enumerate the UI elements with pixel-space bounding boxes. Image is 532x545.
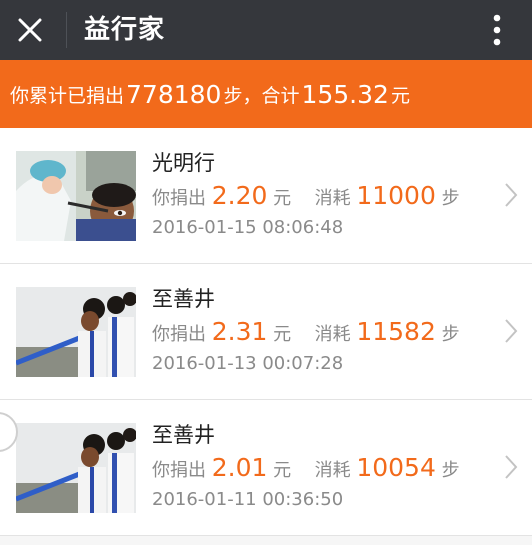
- children-drinking-water-photo: [16, 287, 136, 377]
- page-title: 益行家: [84, 15, 166, 45]
- summary-steps-unit: 步，合计: [223, 84, 300, 107]
- donation-amount: 2.31: [211, 317, 268, 346]
- donation-stats: 你捐出 2.01 元 消耗 10054 步: [152, 450, 460, 486]
- project-name: 光明行: [152, 151, 215, 175]
- donation-date: 2016-01-11 00:36:50: [152, 489, 344, 510]
- summary-amount-unit: 元: [390, 84, 410, 107]
- top-bar: 益行家: [0, 0, 532, 60]
- amount-unit: 元: [273, 324, 292, 345]
- donation-list-item[interactable]: 至善井 你捐出 2.01 元 消耗 10054 步 2016-01-11 00:…: [0, 400, 532, 536]
- project-name: 至善井: [152, 287, 215, 311]
- donation-list-item[interactable]: 至善井 你捐出 2.31 元 消耗 11582 步 2016-01-13 00:…: [0, 264, 532, 400]
- children-drinking-water-photo: [16, 423, 136, 513]
- amount-unit: 元: [273, 188, 292, 209]
- consume-label: 消耗: [314, 188, 351, 209]
- donation-list-item[interactable]: 光明行 你捐出 2.20 元 消耗 11000 步 2016-01-15 08:…: [0, 128, 532, 264]
- project-name: 至善井: [152, 423, 215, 447]
- donation-steps: 11000: [356, 181, 436, 210]
- donation-list: 光明行 你捐出 2.20 元 消耗 11000 步 2016-01-15 08:…: [0, 128, 532, 536]
- donation-date: 2016-01-13 00:07:28: [152, 353, 344, 374]
- donation-amount: 2.01: [211, 453, 268, 482]
- donate-label: 你捐出: [152, 188, 206, 209]
- consume-label: 消耗: [314, 324, 351, 345]
- donation-info: 光明行 你捐出 2.20 元 消耗 11000 步 2016-01-15 08:…: [152, 148, 460, 242]
- donation-steps: 10054: [356, 453, 436, 482]
- donate-label: 你捐出: [152, 324, 206, 345]
- summary-prefix: 你累计已捐出: [10, 84, 125, 107]
- more-button[interactable]: [484, 8, 510, 52]
- close-button[interactable]: [0, 0, 60, 60]
- steps-unit: 步: [441, 324, 460, 345]
- donation-date: 2016-01-15 08:06:48: [152, 217, 344, 238]
- donate-label: 你捐出: [152, 460, 206, 481]
- chevron-right-icon: [505, 183, 518, 207]
- consume-label: 消耗: [314, 460, 351, 481]
- donation-info: 至善井 你捐出 2.01 元 消耗 10054 步 2016-01-11 00:…: [152, 420, 460, 514]
- donation-stats: 你捐出 2.31 元 消耗 11582 步: [152, 314, 460, 350]
- donation-amount: 2.20: [211, 181, 268, 210]
- close-icon: [18, 18, 42, 42]
- steps-unit: 步: [441, 188, 460, 209]
- chevron-right-icon: [505, 455, 518, 479]
- amount-unit: 元: [273, 460, 292, 481]
- donation-info: 至善井 你捐出 2.31 元 消耗 11582 步 2016-01-13 00:…: [152, 284, 460, 378]
- more-vertical-icon: [493, 14, 501, 46]
- donation-summary-banner: 你累计已捐出 778180 步，合计 155.32 元: [0, 60, 532, 128]
- summary-total-steps: 778180: [126, 79, 222, 109]
- donation-steps: 11582: [356, 317, 436, 346]
- eye-exam-photo: [16, 151, 136, 241]
- header-divider: [66, 12, 67, 48]
- chevron-right-icon: [505, 319, 518, 343]
- donation-stats: 你捐出 2.20 元 消耗 11000 步: [152, 178, 460, 214]
- steps-unit: 步: [441, 460, 460, 481]
- summary-total-amount: 155.32: [301, 79, 389, 109]
